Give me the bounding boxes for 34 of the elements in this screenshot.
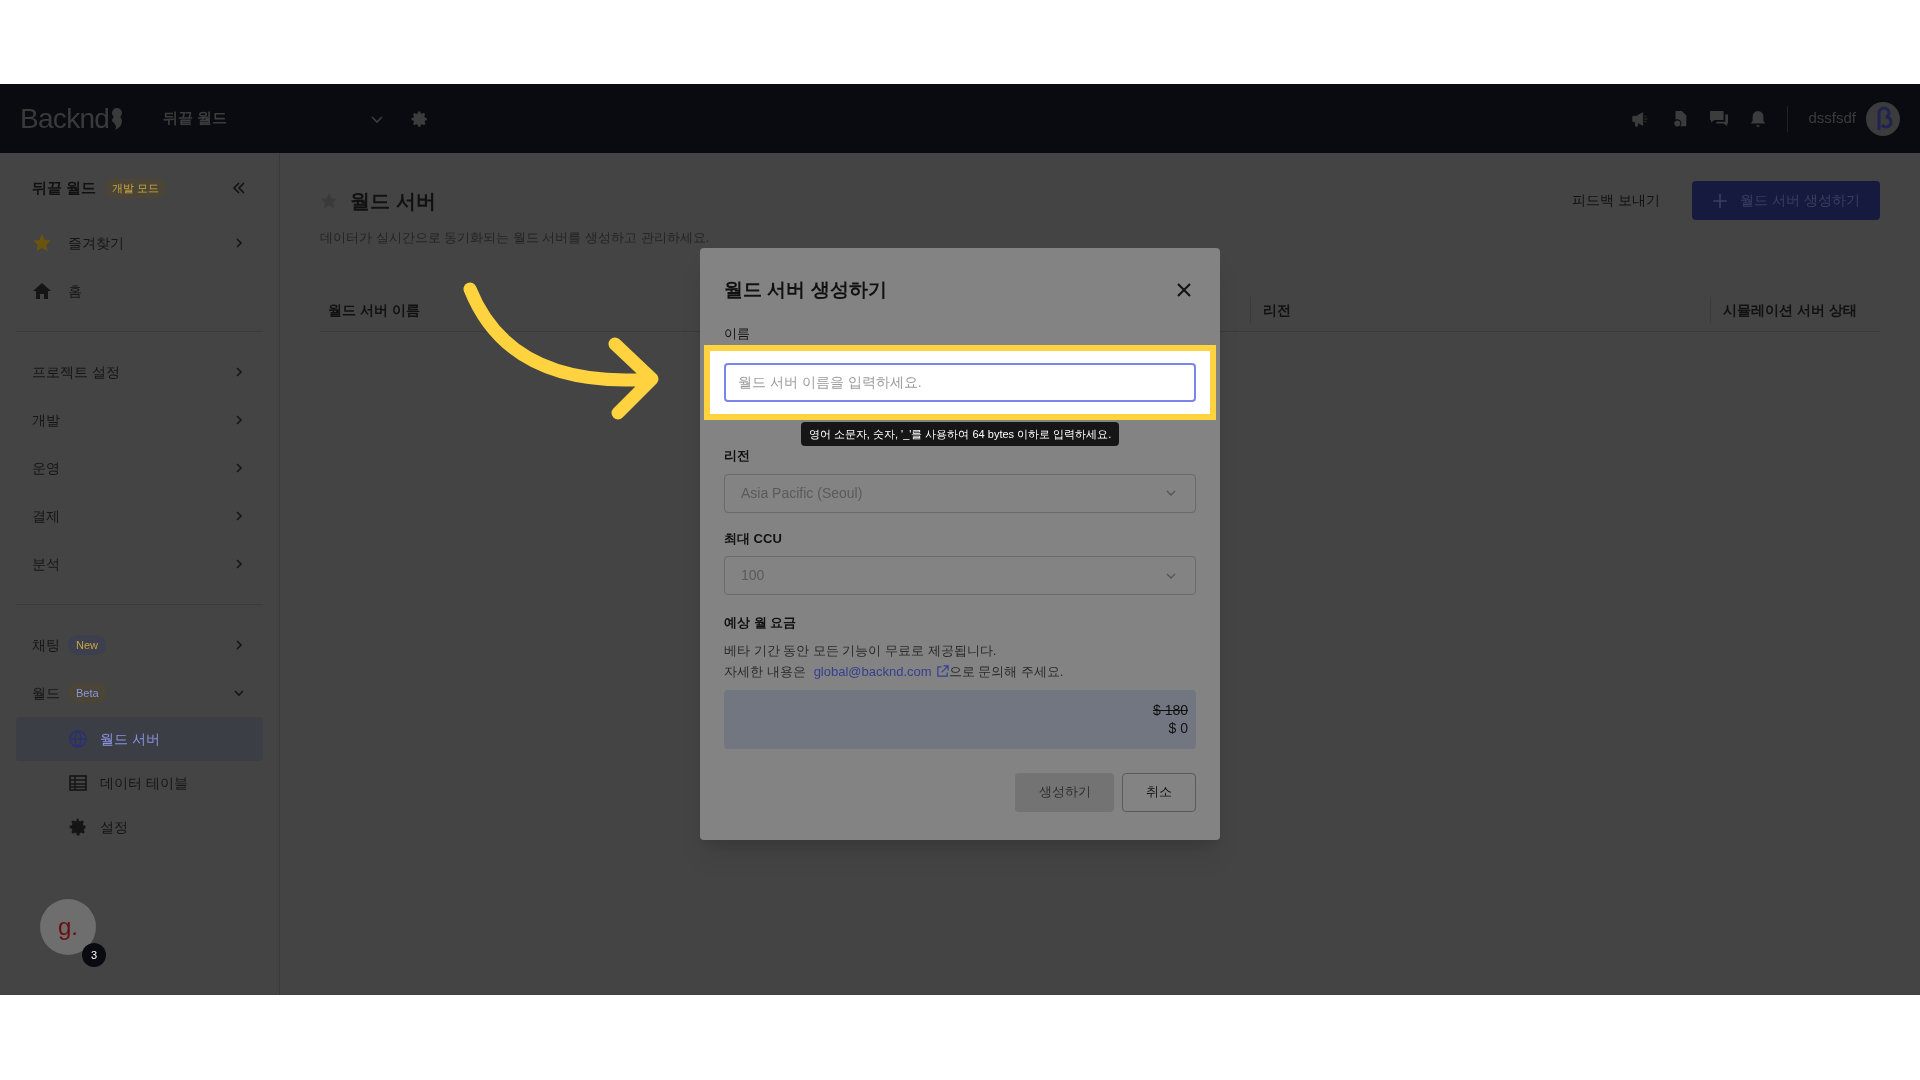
external-link-icon[interactable] xyxy=(935,665,949,679)
price-note: 베타 기간 동안 모든 기능이 무료로 제공됩니다. xyxy=(724,641,998,660)
field-label: 예상 월 요금 xyxy=(724,614,798,632)
mode-badge: 개발 모드 xyxy=(104,177,168,199)
chat-icon[interactable] xyxy=(1709,109,1730,128)
settings-icon xyxy=(68,817,88,837)
table-icon xyxy=(68,773,88,793)
sidebar-badge: New xyxy=(68,634,106,656)
settings-icon[interactable] xyxy=(411,109,430,128)
sidebar-subitem[interactable]: 월드 서버 xyxy=(16,717,263,761)
cancel-button[interactable]: 취소 xyxy=(1122,772,1196,812)
logo-mark-icon xyxy=(111,107,124,130)
field-label: 리전 xyxy=(724,447,751,465)
close-icon xyxy=(1176,282,1192,299)
contact-text: 으로 문의해 주세요. xyxy=(948,663,1064,681)
unread-count-badge: 3 xyxy=(82,943,106,967)
email-link[interactable]: global@backnd.com xyxy=(813,662,932,682)
hint-tooltip: 영어 소문자, 숫자, '_'를 사용하여 64 bytes 이하로 입력하세요. xyxy=(800,421,1120,446)
collapse-icon[interactable] xyxy=(231,180,247,196)
bell-icon[interactable] xyxy=(1749,109,1768,128)
megaphone-icon[interactable] xyxy=(1631,109,1650,128)
home-icon xyxy=(32,281,52,301)
field-label: 이름 xyxy=(724,324,751,343)
contact-text: 자세한 내용은 xyxy=(724,663,806,681)
star-icon xyxy=(32,233,52,253)
name-input-field[interactable]: 월드 서버 이름을 입력하세요. xyxy=(724,362,1196,402)
plus-icon xyxy=(1712,192,1729,209)
dialog-title: 월드 서버 생성하기 xyxy=(724,278,887,302)
discounted-price: $ 0 xyxy=(1168,719,1188,737)
sidebar-badge: Beta xyxy=(68,682,107,704)
globe-icon xyxy=(68,729,88,749)
avatar-icon[interactable] xyxy=(1866,101,1900,136)
field-label: 최대 CCU xyxy=(724,529,783,548)
original-price: $ 180 xyxy=(1152,701,1188,719)
